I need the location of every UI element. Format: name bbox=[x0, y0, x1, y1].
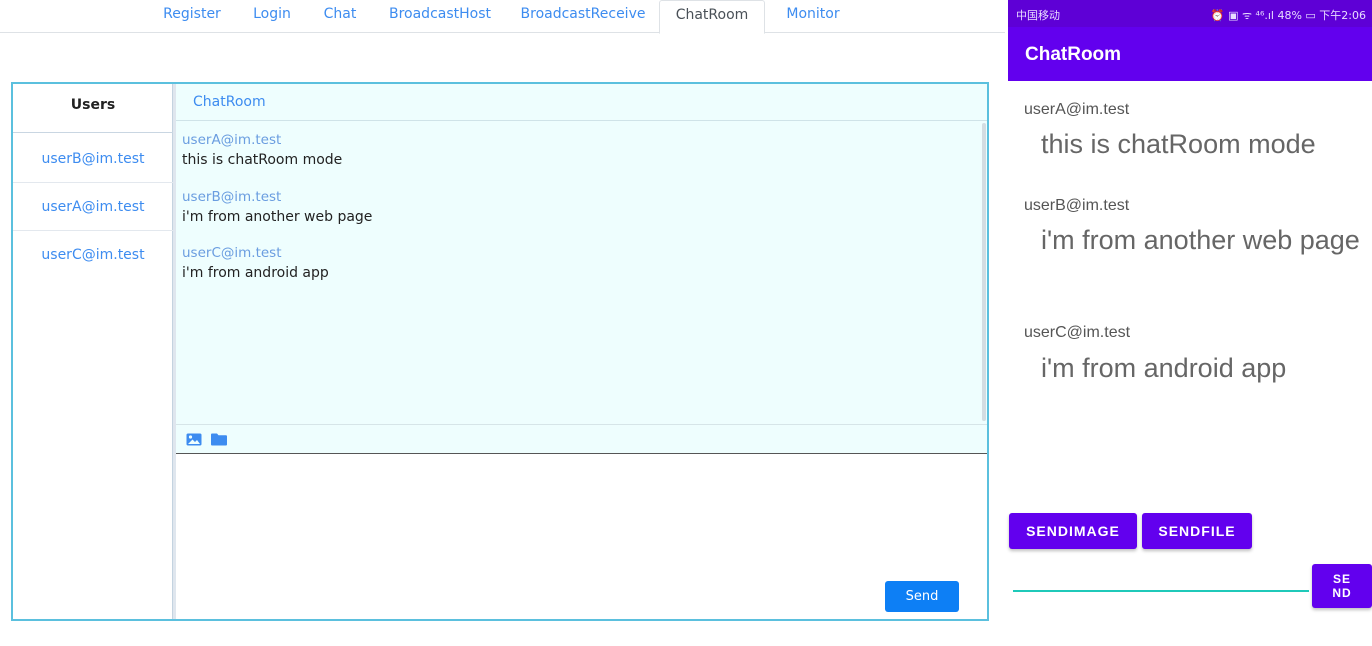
user-item-userb[interactable]: userB@im.test bbox=[13, 135, 173, 183]
phone-message-sender: userA@im.test bbox=[1024, 101, 1130, 118]
app-title: ChatRoom bbox=[1025, 44, 1122, 65]
phone-send-label-line1: SE bbox=[1332, 572, 1351, 586]
android-app: 中国移动 ⏰ ▣ ᯤ ⁴⁶.ıl 48% ▭ 下午2:06 ChatRoom u… bbox=[1008, 0, 1372, 646]
image-icon[interactable] bbox=[186, 433, 202, 446]
phone-message-input[interactable] bbox=[1013, 590, 1309, 592]
phone-message-sender: userB@im.test bbox=[1024, 197, 1130, 214]
tab-broadcast-receive[interactable]: BroadcastReceive bbox=[508, 0, 658, 34]
phone-message-text: this is chatRoom mode bbox=[1041, 129, 1316, 159]
message-sender: userB@im.test bbox=[182, 189, 282, 205]
tab-chatroom[interactable]: ChatRoom bbox=[659, 0, 765, 34]
message-text: i'm from another web page bbox=[182, 209, 373, 225]
tab-register[interactable]: Register bbox=[152, 0, 232, 34]
message-text: i'm from android app bbox=[182, 265, 329, 281]
message-item: userA@im.test this is chatRoom mode bbox=[182, 131, 342, 171]
message-text: this is chatRoom mode bbox=[182, 152, 343, 168]
nav-tabs: Register Login Chat BroadcastHost Broadc… bbox=[0, 0, 1005, 34]
message-scrollbar[interactable] bbox=[982, 123, 986, 421]
message-item: userC@im.test i'm from android app bbox=[182, 244, 329, 284]
phone-message-text: i'm from android app bbox=[1041, 353, 1287, 383]
message-input[interactable]: Send bbox=[176, 455, 987, 619]
phone-send-button[interactable]: SE ND bbox=[1312, 564, 1372, 608]
user-item-usera[interactable]: userA@im.test bbox=[13, 183, 173, 231]
chatroom-panel: Users userB@im.test userA@im.test userC@… bbox=[11, 82, 989, 621]
phone-message-text: i'm from another web page bbox=[1041, 225, 1360, 255]
message-list[interactable]: userA@im.test this is chatRoom mode user… bbox=[176, 121, 987, 424]
status-icons: ⏰ ▣ ᯤ ⁴⁶.ıl 48% ▭ 下午2:06 bbox=[1210, 9, 1366, 22]
phone-message-sender: userC@im.test bbox=[1024, 324, 1131, 341]
folder-icon[interactable] bbox=[211, 433, 227, 446]
tab-monitor[interactable]: Monitor bbox=[768, 0, 858, 34]
tab-chat[interactable]: Chat bbox=[310, 0, 370, 34]
user-item-userc[interactable]: userC@im.test bbox=[13, 231, 173, 279]
users-list: Users userB@im.test userA@im.test userC@… bbox=[13, 84, 173, 619]
message-toolbar bbox=[176, 424, 987, 454]
send-image-button[interactable]: SENDIMAGE bbox=[1009, 513, 1137, 549]
send-button[interactable]: Send bbox=[885, 581, 959, 612]
users-header: Users bbox=[13, 84, 173, 133]
chatroom-title: ChatRoom bbox=[176, 84, 987, 121]
chatroom-column: ChatRoom userA@im.test this is chatRoom … bbox=[176, 84, 987, 619]
tab-broadcast-host[interactable]: BroadcastHost bbox=[375, 0, 505, 34]
app-bar: ChatRoom bbox=[1008, 27, 1372, 81]
message-sender: userA@im.test bbox=[182, 132, 282, 148]
message-sender: userC@im.test bbox=[182, 245, 282, 261]
tab-login[interactable]: Login bbox=[237, 0, 307, 34]
message-item: userB@im.test i'm from another web page bbox=[182, 188, 372, 228]
phone-send-label-line2: ND bbox=[1332, 586, 1352, 600]
send-file-button[interactable]: SENDFILE bbox=[1142, 513, 1252, 549]
status-bar: 中国移动 ⏰ ▣ ᯤ ⁴⁶.ıl 48% ▭ 下午2:06 bbox=[1008, 0, 1372, 27]
carrier-name: 中国移动 bbox=[1016, 9, 1060, 22]
